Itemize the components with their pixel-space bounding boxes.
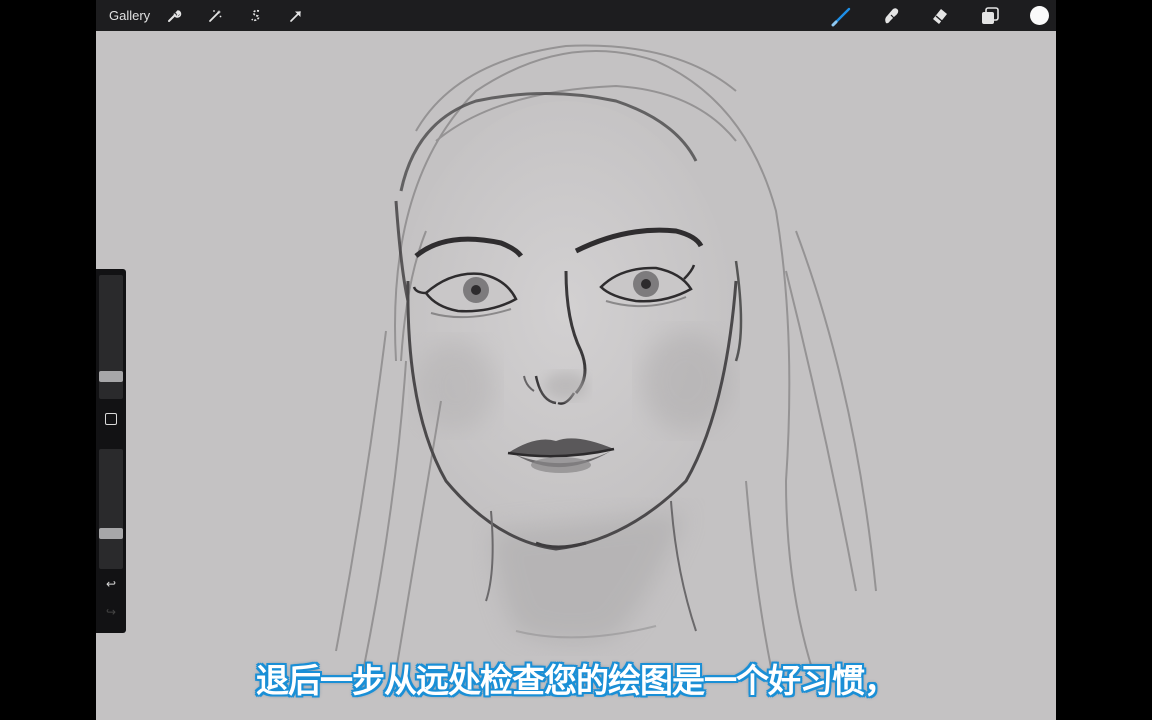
square-modify-icon[interactable] [105, 413, 117, 425]
face-highlight [396, 101, 736, 561]
magic-wand-icon [209, 10, 222, 22]
undo-icon[interactable]: ↩ [103, 577, 119, 591]
drawing-canvas[interactable] [96, 31, 1056, 720]
letterbox-right [1056, 0, 1152, 720]
actions-wrench-button[interactable] [163, 5, 185, 27]
transform-arrow-icon [290, 11, 301, 22]
brush-icon [831, 7, 851, 27]
layers-button[interactable] [979, 5, 1001, 27]
opacity-handle[interactable] [99, 528, 123, 539]
layers-icon [982, 7, 999, 24]
selection-icon [251, 9, 260, 22]
selection-button[interactable] [245, 5, 267, 27]
left-sidebar: ↩ ↪ [96, 269, 126, 633]
smudge-icon [885, 8, 899, 24]
opacity-slider[interactable] [99, 449, 123, 569]
eraser-icon [933, 9, 947, 24]
color-picker-button[interactable] [1030, 6, 1049, 25]
top-toolbar: Gallery [96, 0, 1056, 31]
adjustments-button[interactable] [204, 5, 226, 27]
gallery-button[interactable]: Gallery [109, 8, 150, 23]
brush-tool-button[interactable] [831, 5, 853, 27]
smudge-tool-button[interactable] [880, 5, 902, 27]
transform-button[interactable] [285, 5, 307, 27]
wrench-icon [168, 10, 182, 22]
redo-icon[interactable]: ↪ [103, 605, 119, 619]
eraser-tool-button[interactable] [929, 5, 951, 27]
neck-shadow [491, 511, 686, 643]
sketch-artwork [335, 44, 877, 692]
brush-size-handle[interactable] [99, 371, 123, 382]
video-subtitle: 退后一步从远处检查您的绘图是一个好习惯， [256, 661, 897, 700]
letterbox-left [0, 0, 96, 720]
